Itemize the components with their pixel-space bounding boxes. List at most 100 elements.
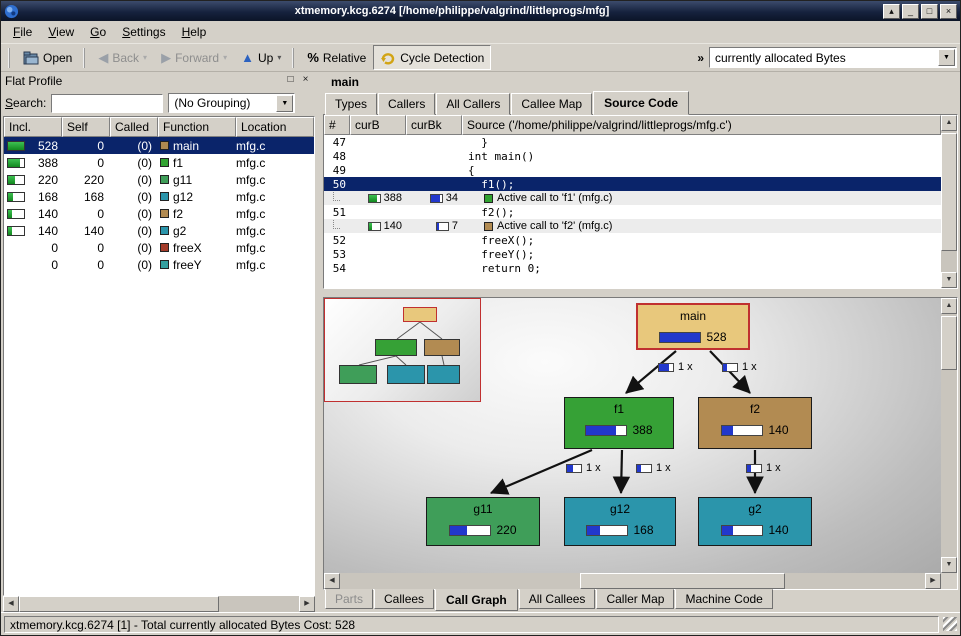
- row-g11[interactable]: 220 220 (0) g11 mfg.c: [4, 171, 314, 188]
- column-header-source[interactable]: Source ('/home/philippe/valgrind/littlep…: [462, 115, 941, 135]
- scroll-up-icon[interactable]: ▲: [941, 298, 957, 314]
- combo-arrow-icon[interactable]: ▼: [276, 95, 293, 112]
- menu-settings[interactable]: Settings: [114, 22, 173, 42]
- menu-view[interactable]: View: [40, 22, 82, 42]
- column-header-function[interactable]: Function: [158, 117, 236, 137]
- column-header-incl[interactable]: Incl.: [4, 117, 62, 137]
- row-freeX[interactable]: 0 0 (0) freeX mfg.c: [4, 239, 314, 256]
- graph-node-f1[interactable]: f1 388: [564, 397, 674, 449]
- source-line[interactable]: 49 {: [324, 163, 941, 177]
- scroll-right-icon[interactable]: ▶: [925, 573, 941, 589]
- tab-source-code[interactable]: Source Code: [593, 91, 689, 115]
- scroll-down-icon[interactable]: ▼: [941, 557, 957, 573]
- source-vscrollbar[interactable]: ▲ ▼: [941, 115, 957, 288]
- graph-node-g11[interactable]: g11 220: [426, 497, 540, 546]
- tab-call-graph[interactable]: Call Graph: [435, 589, 518, 611]
- up-button[interactable]: ▲ Up ▾: [234, 45, 288, 70]
- flat-profile-hscrollbar[interactable]: ◀ ▶: [3, 596, 315, 612]
- row-g2[interactable]: 140 140 (0) g2 mfg.c: [4, 222, 314, 239]
- source-call-row[interactable]: 388 34 Active call to 'f1' (mfg.c): [324, 191, 941, 205]
- toolbar-overflow-button[interactable]: »: [692, 51, 709, 65]
- edge-label-main-f1[interactable]: 1 x: [658, 361, 693, 373]
- menu-go[interactable]: Go: [82, 22, 114, 42]
- column-header-line[interactable]: #: [324, 115, 350, 135]
- minimize-button[interactable]: _: [902, 4, 919, 19]
- node-cost: 220: [496, 523, 516, 537]
- source-call-row[interactable]: 140 7 Active call to 'f2' (mfg.c): [324, 219, 941, 233]
- tab-callers[interactable]: Callers: [378, 93, 435, 115]
- flat-profile-dock: Flat Profile □ × Search: (No Grouping) ▼…: [1, 72, 317, 612]
- open-button[interactable]: Open: [16, 45, 79, 70]
- tab-machine-code[interactable]: Machine Code: [675, 589, 772, 609]
- close-button[interactable]: ×: [940, 4, 957, 19]
- back-button[interactable]: ◀ Back ▾: [91, 45, 154, 70]
- scrollbar-thumb[interactable]: [941, 133, 957, 251]
- source-line[interactable]: 53 freeY();: [324, 247, 941, 261]
- edge-cost-bar: [746, 464, 762, 473]
- source-line[interactable]: 51 f2();: [324, 205, 941, 219]
- tab-callees[interactable]: Callees: [374, 589, 434, 609]
- column-header-location[interactable]: Location: [236, 117, 314, 137]
- column-header-curB[interactable]: curB: [350, 115, 406, 135]
- column-header-called[interactable]: Called: [110, 117, 158, 137]
- search-input[interactable]: [51, 94, 163, 113]
- scroll-left-icon[interactable]: ◀: [324, 573, 340, 589]
- row-f1[interactable]: 388 0 (0) f1 mfg.c: [4, 154, 314, 171]
- resize-grip[interactable]: [943, 617, 957, 631]
- source-line[interactable]: 48 int main(): [324, 149, 941, 163]
- source-line[interactable]: 47 }: [324, 135, 941, 149]
- graph-node-main[interactable]: main 528: [636, 303, 750, 350]
- shade-button[interactable]: ▴: [883, 4, 900, 19]
- toolbar-grip[interactable]: [8, 48, 12, 68]
- menu-file[interactable]: File: [5, 22, 40, 42]
- toolbar-grip[interactable]: [83, 48, 87, 68]
- graph-node-g2[interactable]: g2 140: [698, 497, 812, 546]
- graph-vscrollbar[interactable]: ▲ ▼: [941, 298, 957, 573]
- grouping-combobox[interactable]: (No Grouping) ▼: [168, 93, 295, 113]
- row-f2[interactable]: 140 0 (0) f2 mfg.c: [4, 205, 314, 222]
- row-g12[interactable]: 168 168 (0) g12 mfg.c: [4, 188, 314, 205]
- row-main[interactable]: 528 0 (0) main mfg.c: [4, 137, 314, 154]
- source-line[interactable]: 54 return 0;: [324, 261, 941, 275]
- node-label: g11: [427, 502, 539, 516]
- source-line[interactable]: 52 freeX();: [324, 233, 941, 247]
- scrollbar-thumb[interactable]: [580, 573, 785, 589]
- tab-all-callees[interactable]: All Callees: [519, 589, 596, 609]
- row-freeY[interactable]: 0 0 (0) freeY mfg.c: [4, 256, 314, 273]
- tab-types[interactable]: Types: [325, 93, 377, 115]
- graph-overview-minimap[interactable]: [324, 298, 481, 402]
- tab-callee-map[interactable]: Callee Map: [511, 93, 592, 115]
- combo-arrow-icon[interactable]: ▼: [938, 49, 955, 66]
- scrollbar-thumb[interactable]: [941, 316, 957, 370]
- dock-close-icon[interactable]: ×: [298, 74, 313, 88]
- edge-label-main-f2[interactable]: 1 x: [722, 361, 757, 373]
- scroll-up-icon[interactable]: ▲: [941, 115, 957, 131]
- call-graph-view[interactable]: main 528 f1 388 f2 140 g11 220 g12 168: [323, 297, 958, 590]
- scroll-left-icon[interactable]: ◀: [3, 596, 19, 612]
- tab-all-callers[interactable]: All Callers: [436, 93, 510, 115]
- menu-help[interactable]: Help: [174, 22, 215, 42]
- scroll-right-icon[interactable]: ▶: [299, 596, 315, 612]
- titlebar[interactable]: xtmemory.kcg.6274 [/home/philippe/valgri…: [1, 1, 960, 21]
- scrollbar-thumb[interactable]: [19, 596, 219, 612]
- event-type-combobox[interactable]: currently allocated Bytes ▼: [709, 47, 957, 68]
- column-header-self[interactable]: Self: [62, 117, 110, 137]
- column-header-curBk[interactable]: curBk: [406, 115, 462, 135]
- scroll-down-icon[interactable]: ▼: [941, 272, 957, 288]
- maximize-button[interactable]: □: [921, 4, 938, 19]
- graph-node-f2[interactable]: f2 140: [698, 397, 812, 449]
- tab-parts[interactable]: Parts: [325, 589, 373, 609]
- edge-label-f2-g2[interactable]: 1 x: [746, 462, 781, 474]
- forward-button[interactable]: ▶ Forward ▾: [154, 45, 234, 70]
- source-line-selected[interactable]: 50 f1();: [324, 177, 941, 191]
- graph-node-g12[interactable]: g12 168: [564, 497, 676, 546]
- edge-label-f1-g12[interactable]: 1 x: [636, 462, 671, 474]
- function-color-icon: [160, 260, 169, 269]
- graph-hscrollbar[interactable]: ◀ ▶: [324, 573, 941, 589]
- cycle-detection-toggle[interactable]: Cycle Detection: [373, 45, 491, 70]
- tab-caller-map[interactable]: Caller Map: [596, 589, 674, 609]
- horizontal-splitter[interactable]: [323, 289, 958, 297]
- edge-label-f1-g11[interactable]: 1 x: [566, 462, 601, 474]
- dock-float-icon[interactable]: □: [283, 74, 298, 88]
- relative-toggle[interactable]: % Relative: [300, 45, 373, 70]
